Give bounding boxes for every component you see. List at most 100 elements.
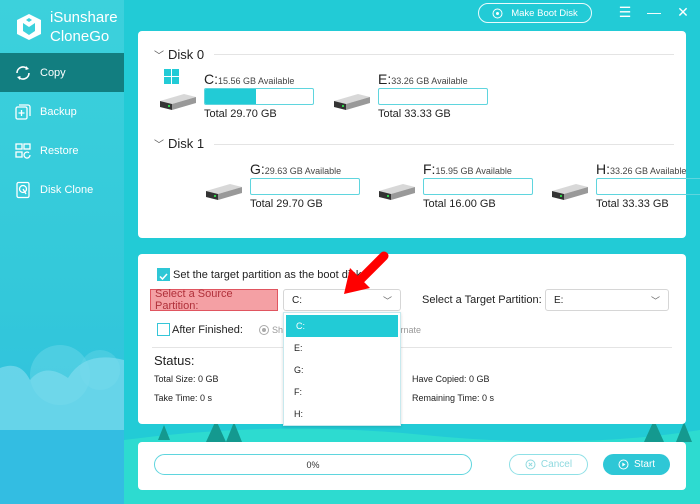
chevron-down-icon: ﹀ bbox=[154, 51, 164, 62]
usage-bar bbox=[204, 88, 314, 105]
total-size: Total Size: 0 GB bbox=[154, 374, 219, 384]
available-space: 33.26 GB Available bbox=[391, 76, 468, 86]
source-partition-dropdown: C: E: G: F: H: bbox=[283, 312, 401, 426]
hard-drive-icon bbox=[334, 94, 370, 110]
target-value: E: bbox=[554, 294, 564, 306]
available-space: 29.63 GB Available bbox=[264, 166, 342, 176]
usage-bar bbox=[596, 178, 700, 195]
partition-card[interactable]: G:29.63 GB Available Total 29.70 GB bbox=[204, 161, 379, 211]
available-space: 33.26 GB Available bbox=[610, 166, 687, 176]
boot-disk-label: Set the target partition as the boot dis… bbox=[173, 269, 362, 281]
dropdown-option[interactable]: C: bbox=[286, 315, 398, 337]
partition-letter: E:33.26 GB Available bbox=[378, 71, 468, 87]
close-icon[interactable]: ✕ bbox=[674, 3, 692, 21]
clouds-decoration bbox=[0, 345, 124, 504]
check-icon bbox=[159, 273, 168, 281]
total-size: Total 33.33 GB bbox=[596, 198, 669, 210]
disk-1-header[interactable]: ﹀ Disk 1 bbox=[154, 136, 204, 151]
take-time: Take Time: 0 s bbox=[154, 393, 213, 403]
partition-letter: C:15.56 GB Available bbox=[204, 71, 295, 87]
after-finished-checkbox[interactable] bbox=[157, 323, 170, 336]
source-partition-label: Select a Source Partition: bbox=[150, 288, 278, 312]
usage-bar bbox=[378, 88, 488, 105]
dropdown-option[interactable]: E: bbox=[284, 337, 400, 359]
dropdown-option[interactable]: H: bbox=[284, 403, 400, 425]
disk-panel: ﹀ Disk 0 ﹀ Disk 1 C:15.56 GB Available Tota… bbox=[138, 31, 700, 238]
cancel-label: Cancel bbox=[540, 459, 573, 470]
source-value: C: bbox=[292, 294, 302, 306]
sidebar: iSunshare CloneGo Copy Backup Restore Dis… bbox=[0, 0, 124, 504]
logo-icon bbox=[17, 14, 41, 40]
sidebar-item-label: Disk Clone bbox=[40, 183, 94, 196]
make-boot-disk-label: Make Boot Disk bbox=[511, 7, 578, 19]
chevron-down-icon: ﹀ bbox=[154, 140, 164, 151]
partition-card[interactable]: C:15.56 GB Available Total 29.70 GB bbox=[158, 69, 333, 121]
usage-bar bbox=[423, 178, 533, 195]
divider bbox=[152, 347, 672, 348]
available-space: 15.95 GB Available bbox=[435, 166, 512, 176]
available-space: 15.56 GB Available bbox=[218, 76, 295, 86]
restore-icon bbox=[15, 142, 31, 159]
sidebar-item-backup[interactable]: Backup bbox=[0, 92, 124, 131]
app-name-line1: iSunshare bbox=[50, 9, 118, 26]
refresh-icon bbox=[16, 65, 30, 80]
partition-letter: G:29.63 GB Available bbox=[250, 161, 342, 177]
play-icon bbox=[618, 459, 629, 470]
disk-name: Disk 0 bbox=[168, 47, 205, 62]
sidebar-item-label: Copy bbox=[40, 66, 66, 79]
make-boot-disk-button[interactable]: Make Boot Disk bbox=[478, 3, 592, 23]
progress-panel: 0% Cancel Start bbox=[138, 442, 686, 490]
hard-drive-icon bbox=[160, 94, 196, 110]
cancel-button[interactable]: Cancel bbox=[509, 454, 588, 475]
total-size: Total 16.00 GB bbox=[423, 198, 496, 210]
total-size: Total 29.70 GB bbox=[250, 198, 323, 210]
progress-bar: 0% bbox=[154, 454, 472, 475]
partition-card[interactable]: E:33.26 GB Available Total 33.33 GB bbox=[332, 71, 507, 121]
progress-label: 0% bbox=[306, 459, 320, 470]
target-partition-select[interactable]: E: ﹀ bbox=[545, 289, 669, 311]
sidebar-item-disk-clone[interactable]: Disk Clone bbox=[0, 170, 124, 209]
windows-icon bbox=[164, 69, 179, 84]
target-partition-label: Select a Target Partition: bbox=[422, 294, 542, 306]
start-label: Start bbox=[633, 459, 656, 470]
shutdown-radio[interactable] bbox=[259, 325, 269, 335]
sidebar-item-label: Backup bbox=[40, 105, 77, 118]
remaining-time: Remaining Time: 0 s bbox=[412, 393, 495, 403]
chevron-down-icon: ﹀ bbox=[650, 296, 660, 306]
partition-card[interactable]: H:33.26 GB Available Total 33.33 GB bbox=[550, 161, 700, 211]
dropdown-option[interactable]: G: bbox=[284, 359, 400, 381]
partition-letter: F:15.95 GB Available bbox=[423, 161, 512, 177]
hard-drive-icon bbox=[206, 184, 242, 200]
backup-icon bbox=[15, 103, 31, 120]
partition-letter: H:33.26 GB Available bbox=[596, 161, 687, 177]
menu-icon[interactable]: ☰ bbox=[616, 3, 634, 21]
minimize-icon[interactable]: — bbox=[645, 3, 663, 21]
sidebar-item-copy[interactable]: Copy bbox=[0, 53, 124, 92]
have-copied: Have Copied: 0 GB bbox=[412, 374, 490, 384]
options-panel: Set the target partition as the boot dis… bbox=[138, 254, 686, 424]
total-size: Total 33.33 GB bbox=[378, 108, 451, 120]
app-name-line2: CloneGo bbox=[50, 28, 110, 45]
start-button[interactable]: Start bbox=[603, 454, 670, 475]
after-finished-label: After Finished: bbox=[172, 324, 243, 336]
divider bbox=[214, 144, 674, 145]
cancel-icon bbox=[525, 459, 536, 470]
boot-disk-checkbox[interactable] bbox=[157, 268, 170, 281]
disk-0-header[interactable]: ﹀ Disk 0 bbox=[154, 47, 204, 62]
disk-name: Disk 1 bbox=[168, 136, 205, 151]
red-arrow-annotation bbox=[344, 251, 389, 294]
sidebar-item-label: Restore bbox=[40, 144, 79, 157]
hard-drive-icon bbox=[379, 184, 415, 200]
dropdown-option[interactable]: F: bbox=[284, 381, 400, 403]
app-logo: iSunshare CloneGo bbox=[14, 8, 118, 46]
status-title: Status: bbox=[154, 353, 195, 368]
divider bbox=[214, 54, 674, 55]
partition-card[interactable]: F:15.95 GB Available Total 16.00 GB bbox=[377, 161, 552, 211]
usage-bar bbox=[250, 178, 360, 195]
disc-icon bbox=[492, 8, 503, 18]
total-size: Total 29.70 GB bbox=[204, 108, 277, 120]
sidebar-item-restore[interactable]: Restore bbox=[0, 131, 124, 170]
disk-clone-icon bbox=[16, 181, 30, 198]
hard-drive-icon bbox=[552, 184, 588, 200]
usage-fill bbox=[205, 89, 257, 104]
